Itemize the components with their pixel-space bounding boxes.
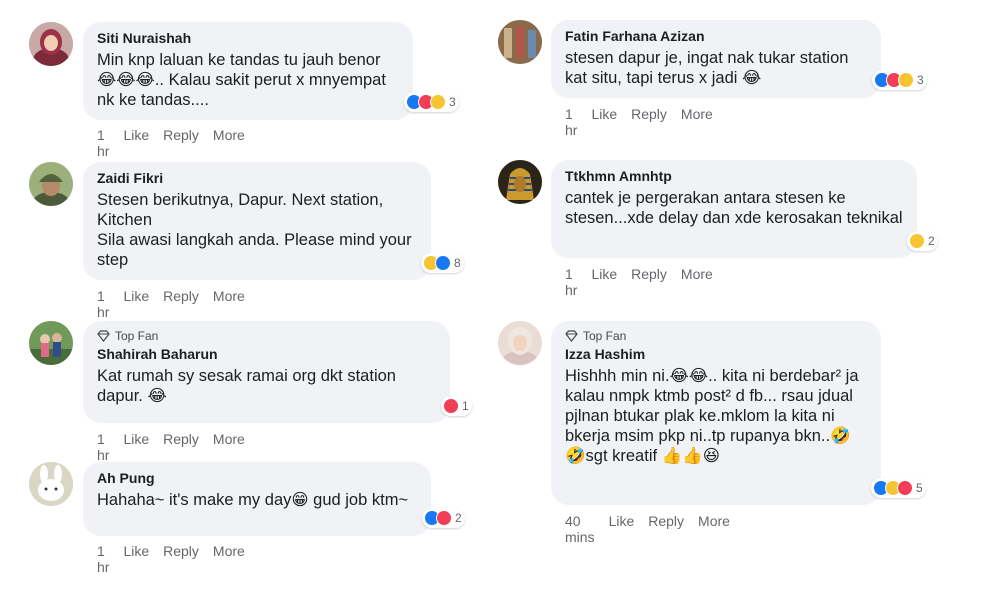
reply-button[interactable]: Reply [631,266,667,298]
haha-reaction-icon [909,233,925,249]
avatar[interactable] [498,321,542,365]
avatar[interactable] [29,321,73,365]
love-reaction-icon [897,480,913,496]
comment-author[interactable]: Zaidi Fikri [97,170,417,186]
like-button[interactable]: Like [609,513,635,545]
comment-author[interactable]: Shahirah Baharun [97,346,436,362]
cartoon-bunny-avatar-icon [29,462,73,506]
outdoor-couple-avatar-icon [29,321,73,365]
love-reaction-icon [443,398,459,414]
like-button[interactable]: Like [591,266,617,298]
person-hijab-avatar-icon [29,22,73,66]
comment-text: cantek je pergerakan antara stesen ke st… [565,189,903,227]
reply-button[interactable]: Reply [631,106,667,138]
comment-author[interactable]: Ttkhmn Amnhtp [565,168,903,184]
more-button[interactable]: More [681,106,713,138]
comment-bubble: Top Fan Shahirah Baharun Kat rumah sy se… [83,321,450,423]
soldier-helmet-avatar-icon [29,162,73,206]
comment-author[interactable]: Siti Nuraishah [97,30,399,46]
building-photo-avatar-icon [498,20,542,64]
comment-actions: 1 hr Like Reply More [97,288,245,320]
comment-author[interactable]: Fatin Farhana Azizan [565,28,867,44]
reaction-summary[interactable]: 5 [871,478,926,498]
reply-button[interactable]: Reply [163,288,199,320]
reaction-count: 5 [916,481,923,495]
more-button[interactable]: More [698,513,730,545]
like-button[interactable]: Like [123,431,149,463]
avatar[interactable] [498,160,542,204]
comment-time[interactable]: 1 hr [565,106,577,138]
comment-bubble: Siti Nuraishah Min knp laluan ke tandas … [83,22,413,120]
comment-bubble: Top Fan Izza Hashim Hishhh min ni.😂😂.. k… [551,321,881,505]
top-fan-label: Top Fan [583,329,627,343]
top-fan-badge: Top Fan [97,329,436,343]
reaction-summary[interactable]: 3 [404,92,459,112]
top-fan-label: Top Fan [115,329,159,343]
woman-selfie-avatar-icon [498,321,542,365]
reaction-summary[interactable]: 1 [441,396,472,416]
haha-reaction-icon [898,72,914,88]
comment-text: Min knp laluan ke tandas tu jauh benor 😂… [97,51,386,109]
more-button[interactable]: More [681,266,713,298]
reaction-count: 2 [928,234,935,248]
reaction-summary[interactable]: 2 [422,508,465,528]
diamond-icon [565,330,578,342]
haha-reaction-icon [430,94,446,110]
comment-actions: 1 hr Like Reply More [97,543,245,575]
comment-author[interactable]: Izza Hashim [565,346,867,362]
comment-bubble: Zaidi Fikri Stesen berikutnya, Dapur. Ne… [83,162,431,280]
reaction-summary[interactable]: 2 [907,231,938,251]
comment-text: stesen dapur je, ingat nak tukar station… [565,49,849,87]
avatar[interactable] [498,20,542,64]
more-button[interactable]: More [213,431,245,463]
avatar[interactable] [29,22,73,66]
love-reaction-icon [436,510,452,526]
comment-bubble: Fatin Farhana Azizan stesen dapur je, in… [551,20,881,98]
comment-time[interactable]: 1 hr [97,288,109,320]
comment-text: Kat rumah sy sesak ramai org dkt station… [97,367,396,405]
like-reaction-icon [435,255,451,271]
reply-button[interactable]: Reply [163,543,199,575]
diamond-icon [97,330,110,342]
avatar[interactable] [29,162,73,206]
top-fan-badge: Top Fan [565,329,867,343]
comment-time[interactable]: 1 hr [97,127,109,159]
more-button[interactable]: More [213,127,245,159]
reaction-count: 2 [455,511,462,525]
reaction-count: 1 [462,399,469,413]
comment-bubble: Ah Pung Hahaha~ it's make my day😁 gud jo… [83,462,431,536]
like-button[interactable]: Like [591,106,617,138]
comment-text: Hahaha~ it's make my day😁 gud job ktm~ [97,491,409,509]
like-button[interactable]: Like [123,288,149,320]
avatar[interactable] [29,462,73,506]
comment-time[interactable]: 1 hr [97,431,109,463]
comment-actions: 1 hr Like Reply More [565,106,713,138]
comment-text: Hishhh min ni.😂😂.. kita ni berdebar² ja … [565,367,859,465]
reaction-summary[interactable]: 3 [872,70,927,90]
reaction-count: 3 [917,73,924,87]
comment-author[interactable]: Ah Pung [97,470,417,486]
like-button[interactable]: Like [123,543,149,575]
comment-actions: 1 hr Like Reply More [97,127,245,159]
comment-actions: 40 mins Like Reply More [565,513,730,545]
like-button[interactable]: Like [123,127,149,159]
comment-actions: 1 hr Like Reply More [565,266,713,298]
comment-time[interactable]: 1 hr [565,266,577,298]
comment-actions: 1 hr Like Reply More [97,431,245,463]
reply-button[interactable]: Reply [163,431,199,463]
more-button[interactable]: More [213,543,245,575]
more-button[interactable]: More [213,288,245,320]
comment-bubble: Ttkhmn Amnhtp cantek je pergerakan antar… [551,160,917,258]
reaction-count: 8 [454,256,461,270]
comment-text: Stesen berikutnya, Dapur. Next station, … [97,191,412,269]
comment-time[interactable]: 40 mins [565,513,595,545]
reaction-count: 3 [449,95,456,109]
comment-time[interactable]: 1 hr [97,543,109,575]
reply-button[interactable]: Reply [163,127,199,159]
reaction-summary[interactable]: 8 [421,253,464,273]
reply-button[interactable]: Reply [648,513,684,545]
pharaoh-mask-avatar-icon [498,160,542,204]
